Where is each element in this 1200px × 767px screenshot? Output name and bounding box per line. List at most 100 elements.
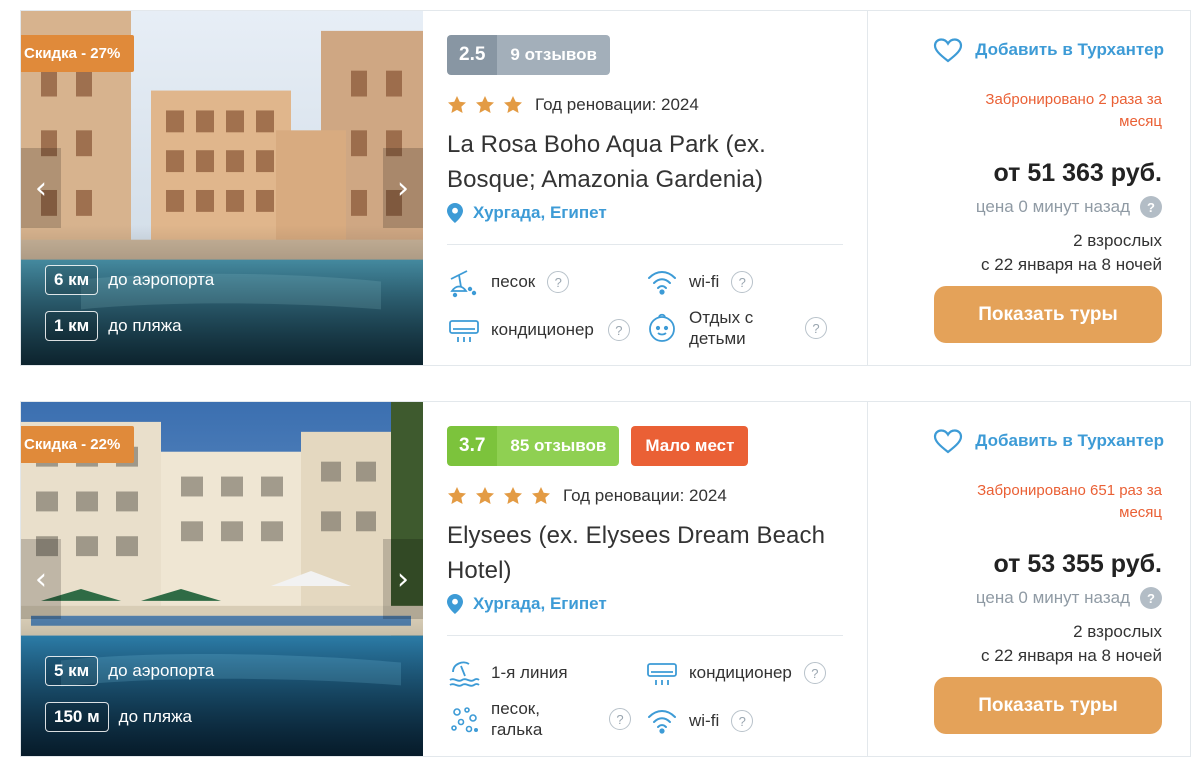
few-places-badge: Мало мест — [631, 426, 749, 466]
beach-distance-label: до пляжа — [108, 316, 182, 335]
kids-icon — [649, 313, 675, 342]
beach-distance-value: 150 м — [45, 702, 109, 732]
price-age-text: цена 0 минут назад — [975, 588, 1130, 607]
guests-count: 2 взрослых — [1073, 231, 1162, 250]
heart-icon — [934, 429, 963, 454]
rating-score: 2.5 — [447, 35, 498, 75]
hotel-info: 2.5 9 отзывов Год реновации: 2024 La Ros… — [423, 11, 867, 365]
photo-shade — [21, 616, 423, 756]
hotel-name[interactable]: Elysees (ex. Elysees Dream Beach Hotel) — [447, 518, 843, 588]
amenity-label: песок — [491, 272, 536, 291]
photo-shade — [21, 225, 423, 365]
amenity-wifi: wi-fi ? — [645, 265, 754, 299]
help-icon[interactable]: ? — [607, 319, 630, 341]
airport-distance: 5 км до аэропорта — [45, 656, 214, 686]
location-pin-icon — [447, 203, 463, 223]
add-favorite-button[interactable]: Добавить в Турхантер — [933, 428, 1164, 454]
amenity-first-line: 1-я линия — [447, 656, 568, 690]
sand-pebble-icon — [451, 707, 478, 733]
chevron-right-icon: › — [397, 170, 409, 206]
star-icon — [532, 487, 550, 504]
hotel-card: Скидка - 27% ‹ › 6 км до аэропорта 1 км … — [20, 10, 1191, 366]
divider — [447, 635, 843, 636]
divider — [447, 244, 843, 245]
rating-score: 3.7 — [447, 426, 498, 466]
hotel-photo[interactable]: Скидка - 27% ‹ › 6 км до аэропорта 1 км … — [21, 11, 423, 365]
help-icon[interactable]: ? — [731, 271, 754, 293]
prev-photo-button[interactable]: ‹ — [21, 539, 61, 619]
beach-distance-label: до пляжа — [118, 707, 192, 726]
next-photo-button[interactable]: › — [383, 539, 423, 619]
help-icon[interactable]: ? — [731, 710, 754, 732]
beach-distance-value: 1 км — [45, 311, 99, 341]
location-text: Хургада, Египет — [473, 203, 607, 222]
beach-distance: 1 км до пляжа — [45, 311, 182, 341]
amenity-label: wi-fi — [689, 272, 720, 291]
price-panel: Добавить в Турхантер Забронировано 2 раз… — [867, 11, 1190, 365]
star-icon — [448, 96, 466, 113]
add-favorite-button[interactable]: Добавить в Турхантер — [933, 37, 1164, 63]
reviews-count: 85 отзывов — [497, 426, 620, 466]
amenity-label: кондиционер — [689, 663, 792, 682]
amenity-ac: кондиционер ? — [447, 313, 630, 347]
tour-dates: с 22 января на 8 ночей — [981, 255, 1162, 274]
first-line-beach-icon — [449, 661, 480, 687]
hotel-card: Скидка - 22% ‹ › 5 км до аэропорта 150 м… — [20, 401, 1191, 757]
amenity-ac: кондиционер ? — [645, 656, 826, 690]
show-tours-button[interactable]: Показать туры — [934, 677, 1162, 734]
hotel-location[interactable]: Хургада, Египет — [447, 594, 843, 614]
star-icon — [504, 96, 522, 113]
discount-badge: Скидка - 27% — [21, 35, 135, 72]
help-icon[interactable]: ? — [805, 317, 827, 339]
help-icon[interactable]: ? — [609, 708, 631, 730]
airport-distance-label: до аэропорта — [108, 270, 215, 289]
hotel-name[interactable]: La Rosa Boho Aqua Park (ex. Bosque; Amaz… — [447, 127, 843, 197]
star-icon — [476, 96, 494, 113]
show-tours-button[interactable]: Показать туры — [934, 286, 1162, 343]
tour-dates: с 22 января на 8 ночей — [981, 646, 1162, 665]
heart-icon — [934, 38, 963, 63]
favorite-label: Добавить в Турхантер — [975, 431, 1164, 450]
prev-photo-button[interactable]: ‹ — [21, 148, 61, 228]
reviews-count: 9 отзывов — [497, 35, 610, 75]
wifi-icon — [648, 271, 676, 295]
star-icon — [504, 487, 522, 504]
booked-count: Забронировано 2 раза за месяц — [985, 91, 1162, 130]
badges-row: 3.7 85 отзывов Мало мест — [447, 426, 843, 466]
star-icon — [448, 487, 466, 504]
stars-row: Год реновации: 2024 — [447, 484, 843, 508]
beach-distance: 150 м до пляжа — [45, 702, 192, 732]
help-icon[interactable]: ? — [803, 662, 826, 684]
airport-distance: 6 км до аэропорта — [45, 265, 214, 295]
amenity-kids: Отдых с детьми ? — [645, 307, 827, 349]
hotel-info: 3.7 85 отзывов Мало мест Год реновации: … — [423, 402, 867, 756]
air-conditioner-icon — [449, 320, 479, 342]
help-icon[interactable]: ? — [1140, 587, 1162, 609]
price-age-text: цена 0 минут назад — [975, 197, 1130, 216]
amenity-label: Отдых с детьми — [689, 308, 754, 348]
tour-details: 2 взрослых с 22 января на 8 ночей — [981, 229, 1162, 277]
guests-count: 2 взрослых — [1073, 622, 1162, 641]
price-value: от 51 363 руб. — [993, 159, 1162, 187]
hotel-location[interactable]: Хургада, Египет — [447, 203, 843, 223]
discount-badge: Скидка - 22% — [21, 426, 135, 463]
star-icon — [476, 487, 494, 504]
chevron-right-icon: › — [397, 561, 409, 597]
amenity-sand: песок ? — [447, 265, 570, 299]
price-age: цена 0 минут назад ? — [976, 196, 1162, 218]
rating-badge[interactable]: 2.5 9 отзывов — [447, 35, 610, 75]
booked-count: Забронировано 651 раз за месяц — [977, 482, 1162, 521]
hotel-photo[interactable]: Скидка - 22% ‹ › 5 км до аэропорта 150 м… — [21, 402, 423, 756]
amenity-label: песок, галька — [491, 699, 543, 739]
amenity-sand-pebble: песок, галька ? — [447, 698, 631, 740]
next-photo-button[interactable]: › — [383, 148, 423, 228]
help-icon[interactable]: ? — [547, 271, 570, 293]
stars-row: Год реновации: 2024 — [447, 93, 843, 117]
chevron-left-icon: ‹ — [35, 561, 47, 597]
rating-badge[interactable]: 3.7 85 отзывов — [447, 426, 620, 466]
airport-distance-value: 6 км — [45, 265, 99, 295]
renovation-year: Год реновации: 2024 — [563, 486, 727, 505]
airport-distance-value: 5 км — [45, 656, 99, 686]
help-icon[interactable]: ? — [1140, 196, 1162, 218]
favorite-label: Добавить в Турхантер — [975, 40, 1164, 59]
